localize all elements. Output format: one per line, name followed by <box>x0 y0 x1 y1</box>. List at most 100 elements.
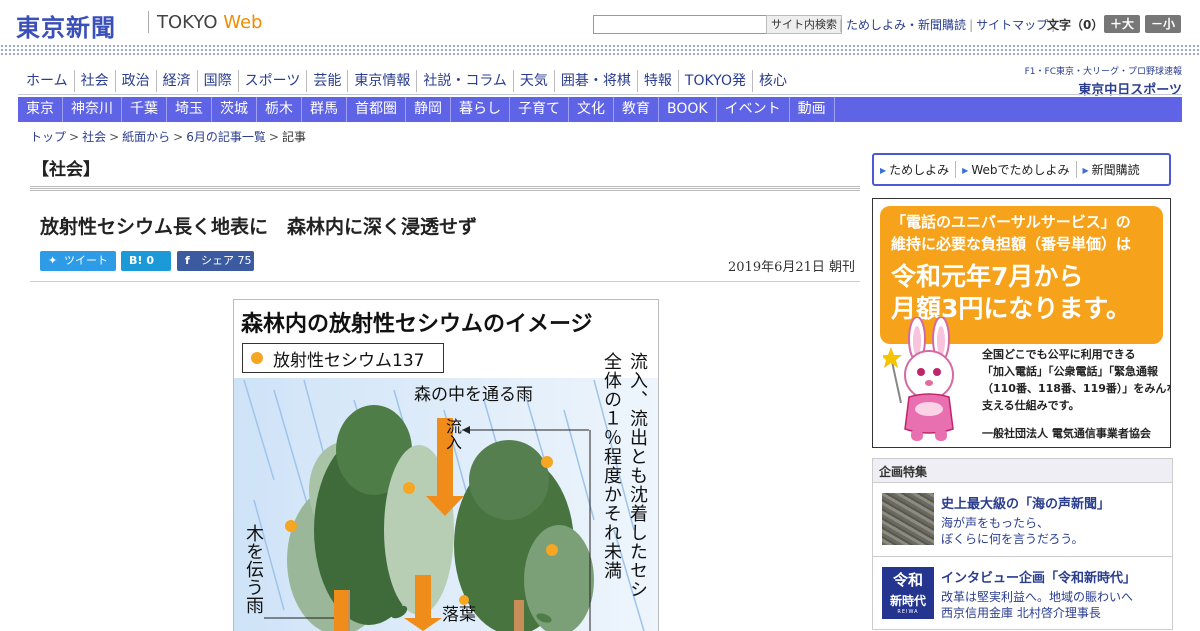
breadcrumb-separator: > <box>69 130 80 144</box>
nav-item-sports[interactable]: スポーツ <box>237 70 307 92</box>
subnav-item-kanagawa[interactable]: 神奈川 <box>63 97 122 122</box>
trunk-rain-label: 木を伝う雨 <box>243 524 264 614</box>
search-button[interactable]: サイト内検索 <box>766 15 842 34</box>
tweet-label: ツイート <box>64 254 108 267</box>
link-subscribe[interactable]: ためしよみ・新聞購読 <box>846 18 966 32</box>
feature-desc-line-2: 西京信用金庫 北村啓介理事長 <box>941 606 1101 620</box>
feature-desc-line-1: 海が声をもったら、 <box>941 516 1050 530</box>
article-title: 放射性セシウム長く地表に 森林内に深く浸透せず <box>40 216 478 238</box>
nav-item-entertainment[interactable]: 芸能 <box>306 70 347 92</box>
leaf-fall-label: 落葉 <box>442 605 476 625</box>
text-size-down-button[interactable]: －小 <box>1145 15 1182 33</box>
text-size-label: 文字（0） <box>1047 18 1104 32</box>
feature-description: 海が声をもったら、 ぼくらに何を言うだろう。 <box>941 515 1084 547</box>
nav-item-kakushin[interactable]: 核心 <box>751 70 793 92</box>
nav-item-home[interactable]: ホーム <box>24 70 74 92</box>
subnav-item-education[interactable]: 教育 <box>614 97 659 122</box>
tweet-button[interactable]: ✦ ツイート <box>40 251 116 271</box>
legend-label: 放射性セシウム137 <box>273 351 425 371</box>
ad-line-3: 令和元年7月から <box>891 262 1084 291</box>
nav-item-international[interactable]: 国際 <box>196 70 238 92</box>
subnav-item-ibaraki[interactable]: 茨城 <box>212 97 257 122</box>
logo-divider <box>148 11 149 33</box>
nav-item-go-shogi[interactable]: 囲碁・将棋 <box>553 70 637 92</box>
subnav-item-living[interactable]: 暮らし <box>451 97 510 122</box>
subnav-item-event[interactable]: イベント <box>717 97 790 122</box>
nav-item-tokyo-hatsu[interactable]: TOKYO発 <box>677 70 752 92</box>
article-header-divider <box>30 281 860 282</box>
universal-service-ad[interactable]: 「電話のユニバーサルサービス」の 維持に必要な負担額（番号単価）は 令和元年7月… <box>872 198 1171 448</box>
feature-item-reiwa[interactable]: 令和 新時代 REIWA インタビュー企画「令和新時代」 改革は堅実利益へ。地域… <box>873 559 1172 629</box>
site-subtitle[interactable]: TOKYO Web <box>157 12 262 33</box>
ad-body-line-2: 「加入電話」「公衆電話」「緊急通報 <box>982 365 1158 378</box>
feature-title: 史上最大級の「海の声新聞」 <box>941 497 1111 512</box>
header-dot-divider <box>0 44 1200 56</box>
menu-subscribe[interactable]: 新聞購読 <box>1075 161 1146 178</box>
feature-box: 企画特集 史上最大級の「海の声新聞」 海が声をもったら、 ぼくらに何を言うだろう… <box>872 458 1173 630</box>
feature-heading: 企画特集 <box>879 465 928 479</box>
section-divider <box>30 186 860 191</box>
feature-divider <box>873 556 1172 557</box>
nav-item-society[interactable]: 社会 <box>73 70 115 92</box>
thumb-text-reiwa: 令和 <box>892 571 923 589</box>
chunichi-tagline: F1・FC東京・大リーグ・プロ野球速報 <box>1024 67 1182 77</box>
site-logo[interactable]: 東京新聞 <box>16 8 116 43</box>
subnav-item-chiba[interactable]: 千葉 <box>122 97 167 122</box>
facebook-share-count: 75 <box>237 254 252 267</box>
menu-trial-read[interactable]: ためしよみ <box>874 161 955 178</box>
feature-item-umi-no-koe[interactable]: 史上最大級の「海の声新聞」 海が声をもったら、 ぼくらに何を言うだろう。 <box>873 485 1172 555</box>
subnav-item-shutoken[interactable]: 首都圏 <box>347 97 406 122</box>
breadcrumb-print-edition[interactable]: 紙面から <box>122 130 170 144</box>
header-links: | ためしよみ・新聞購読 | サイトマップ | <box>836 16 1058 33</box>
search-input[interactable] <box>593 15 769 34</box>
ad-body-line-4: 支える仕組みです。 <box>982 399 1080 412</box>
infographic-title: 森林内の放射性セシウムのイメージ <box>241 312 593 337</box>
vertical-note-1: 流入、流出とも沈着したセシ <box>627 352 648 599</box>
subnav-item-shizuoka[interactable]: 静岡 <box>406 97 451 122</box>
text-size-up-button[interactable]: ＋大 <box>1104 15 1141 33</box>
subnav-item-parenting[interactable]: 子育て <box>510 97 569 122</box>
breadcrumb-june-list[interactable]: 6月の記事一覧 <box>186 130 266 144</box>
breadcrumb: トップ > 社会 > 紙面から >6月の記事一覧 > 記事 <box>30 128 306 145</box>
subnav-item-tokyo[interactable]: 東京 <box>18 97 63 122</box>
ad-line-2: 維持に必要な負担額（番号単価）は <box>891 235 1132 253</box>
nav-item-tokyo-info[interactable]: 東京情報 <box>347 70 416 92</box>
twitter-bird-icon: ✦ <box>48 254 58 267</box>
subnav-item-culture[interactable]: 文化 <box>569 97 614 122</box>
nav-divider <box>18 94 1182 95</box>
vertical-note-2: 全体の１％程度かそれ未満 <box>601 352 622 580</box>
subtitle-accent: Web <box>223 12 263 33</box>
subnav-item-saitama[interactable]: 埼玉 <box>167 97 212 122</box>
nav-item-politics[interactable]: 政治 <box>114 70 156 92</box>
hatena-bookmark-button[interactable]: B! 0 <box>121 251 171 271</box>
subnav-item-video[interactable]: 動画 <box>790 97 835 122</box>
trunk-flow-arrow <box>334 590 348 631</box>
subnav-item-gunma[interactable]: 群馬 <box>302 97 347 122</box>
feature-thumbnail-stone-texture <box>882 493 934 545</box>
hatena-count: 0 <box>146 254 155 267</box>
nav-item-economy[interactable]: 経済 <box>155 70 197 92</box>
infographic-legend: 放射性セシウム137 <box>242 343 444 373</box>
breadcrumb-top[interactable]: トップ <box>30 130 66 144</box>
breadcrumb-separator: > <box>173 130 184 144</box>
nav-item-editorial[interactable]: 社説・コラム <box>416 70 513 92</box>
ad-line-1: 「電話のユニバーサルサービス」の <box>891 213 1131 231</box>
article-date: 2019年6月21日 朝刊 <box>728 260 856 275</box>
breadcrumb-society[interactable]: 社会 <box>82 130 106 144</box>
subnav-item-tochigi[interactable]: 栃木 <box>257 97 302 122</box>
feature-thumbnail-reiwa: 令和 新時代 REIWA <box>882 567 934 619</box>
nav-item-weather[interactable]: 天気 <box>512 70 554 92</box>
subnav-item-book[interactable]: BOOK <box>659 97 717 122</box>
facebook-share-label: シェア <box>201 254 234 267</box>
site-header: 東京新聞 TOKYO Web サイト内検索 | ためしよみ・新聞購読 | サイトマップ… <box>0 0 1200 46</box>
nav-item-special-report[interactable]: 特報 <box>636 70 678 92</box>
chunichi-sports-link[interactable]: F1・FC東京・大リーグ・プロ野球速報 東京中日スポーツ <box>1022 64 1182 98</box>
feature-desc-line-2: ぼくらに何を言うだろう。 <box>941 532 1084 546</box>
facebook-share-button[interactable]: f シェア 75 <box>177 251 254 271</box>
cesium-forest-infographic: 森林内の放射性セシウムのイメージ 放射性セシウム137 森の中を通る雨 流入 流… <box>233 299 659 631</box>
ad-body: 全国どこでも公平に利用できる 「加入電話」「公衆電話」「緊急通報 （110番、1… <box>982 346 1170 414</box>
feature-desc-line-1: 改革は堅実利益へ。地域の賑わいへ <box>941 590 1134 604</box>
menu-web-trial-read[interactable]: Webでためしよみ <box>955 161 1075 178</box>
link-sitemap[interactable]: サイトマップ <box>976 18 1048 32</box>
subtitle-plain: TOKYO <box>157 12 224 33</box>
